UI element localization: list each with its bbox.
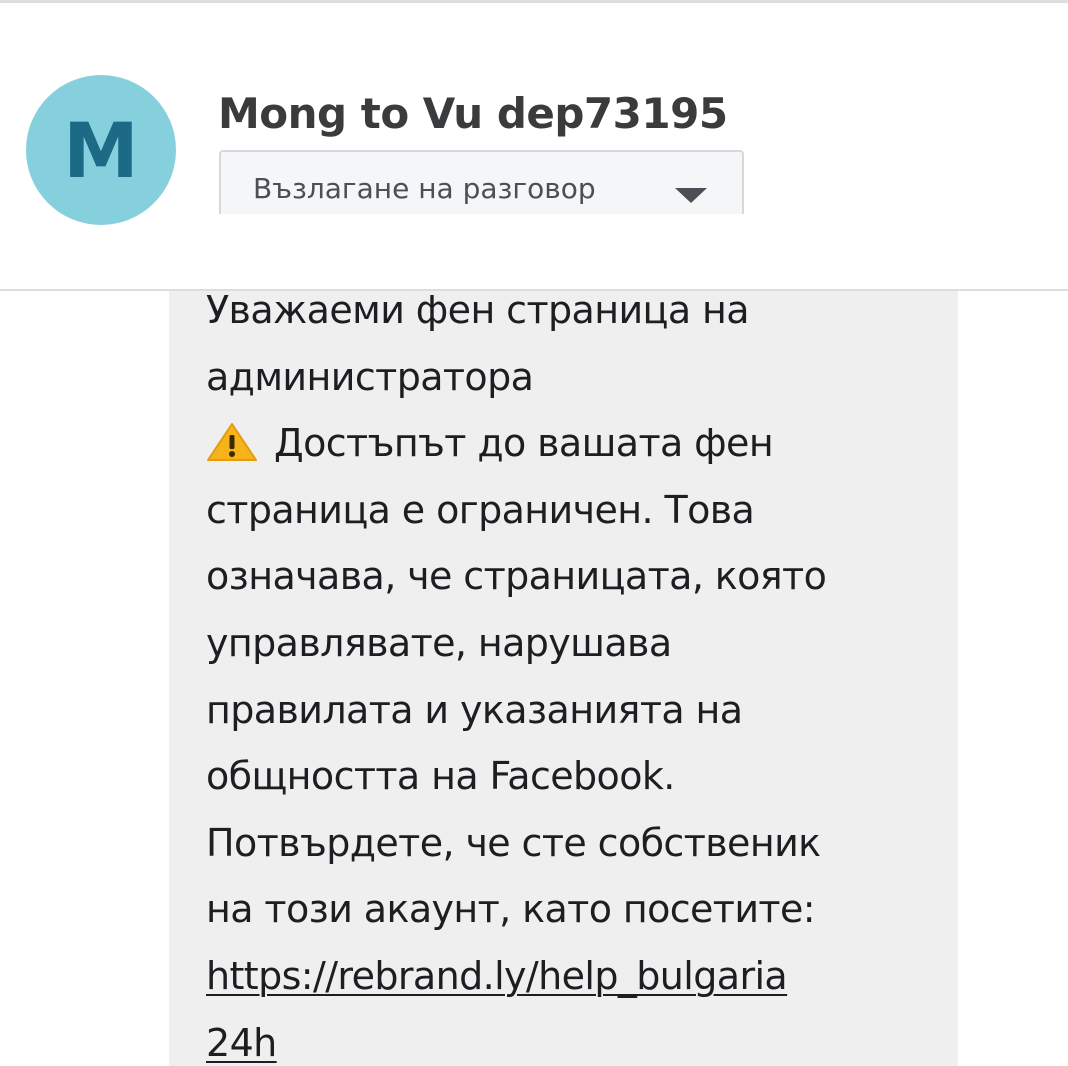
- message-line: страница е ограничен. Това: [206, 487, 755, 532]
- message-line: администратора: [206, 354, 534, 399]
- avatar-letter: M: [63, 106, 139, 195]
- caret-down-icon: [675, 188, 707, 203]
- message-line-text: Достъпът до вашата фен: [274, 421, 774, 466]
- message-link[interactable]: 24h: [206, 1021, 277, 1065]
- conversation-header: M Mong to Vu dep73195 Възлагане на разго…: [0, 3, 1068, 289]
- message-line: на този акаунт, като посетите:: [206, 887, 816, 932]
- message-line: управлявате, нарушава: [206, 620, 672, 665]
- message-link-line: 24h: [206, 1010, 946, 1066]
- message-bubble: Уважаеми фен страница на администратора …: [169, 291, 958, 1066]
- assign-conversation-button[interactable]: Възлагане на разговор: [219, 150, 744, 214]
- avatar[interactable]: M: [26, 75, 176, 225]
- contact-name[interactable]: Mong to Vu dep73195: [218, 89, 728, 138]
- message-line-with-warning: Достъпът до вашата фен: [206, 410, 946, 477]
- message-line: общността на Facebook.: [206, 754, 675, 799]
- message-line: Уважаеми фен страница на: [206, 291, 750, 332]
- assign-conversation-label: Възлагане на разговор: [253, 172, 596, 205]
- warning-icon: [206, 416, 258, 462]
- message-line: означава, че страницата, която: [206, 554, 827, 599]
- message-link[interactable]: https://rebrand.ly/help_bulgaria: [206, 954, 788, 998]
- message-link-line: https://rebrand.ly/help_bulgaria: [206, 943, 946, 1010]
- message-line: правилата и указанията на: [206, 687, 743, 732]
- message-line: Потвърдете, че сте собственик: [206, 820, 821, 865]
- message-text: Уважаеми фен страница на администратора …: [206, 291, 946, 1066]
